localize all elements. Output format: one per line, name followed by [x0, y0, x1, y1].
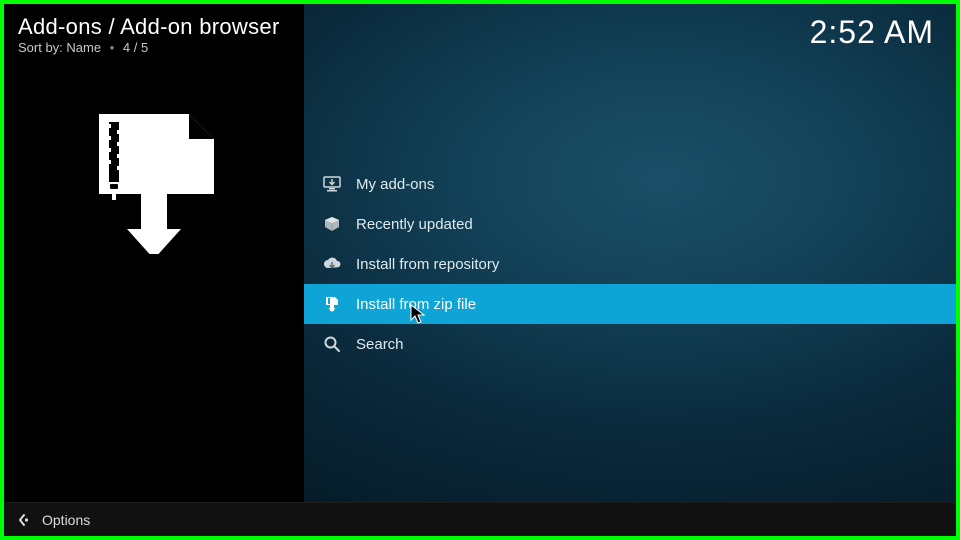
menu-item-label: Install from zip file: [356, 296, 476, 313]
menu-item-my-addons[interactable]: My add-ons: [304, 164, 956, 204]
menu-item-install-from-repository[interactable]: Install from repository: [304, 244, 956, 284]
menu-item-search[interactable]: Search: [304, 324, 956, 364]
menu-item-recently-updated[interactable]: Recently updated: [304, 204, 956, 244]
menu-item-label: Recently updated: [356, 216, 473, 233]
options-icon[interactable]: [14, 512, 30, 528]
box-icon: [318, 215, 346, 233]
search-icon: [318, 335, 346, 353]
footer-bar: Options: [4, 502, 956, 536]
sort-line[interactable]: Sort by: Name • 4 / 5: [18, 40, 148, 55]
monitor-icon: [318, 176, 346, 192]
breadcrumb: Add-ons / Add-on browser: [18, 14, 280, 40]
menu-item-label: My add-ons: [356, 176, 434, 193]
clock: 2:52 AM: [810, 14, 934, 51]
cloud-icon: [318, 256, 346, 272]
sort-label: Sort by:: [18, 40, 63, 55]
menu-item-install-from-zip[interactable]: Install from zip file: [304, 284, 956, 324]
install-from-zip-icon: [79, 104, 229, 254]
zip-icon: [318, 295, 346, 313]
sidebar: [4, 4, 304, 502]
list-position: 4 / 5: [123, 40, 148, 55]
options-label[interactable]: Options: [42, 512, 90, 528]
menu-list: My add-ons Recently updated Install from…: [304, 164, 956, 364]
app-window: Add-ons / Add-on browser Sort by: Name •…: [0, 0, 960, 540]
menu-item-label: Search: [356, 336, 404, 353]
sort-value: Name: [66, 40, 101, 55]
separator-dot: •: [110, 40, 115, 55]
menu-item-label: Install from repository: [356, 256, 499, 273]
